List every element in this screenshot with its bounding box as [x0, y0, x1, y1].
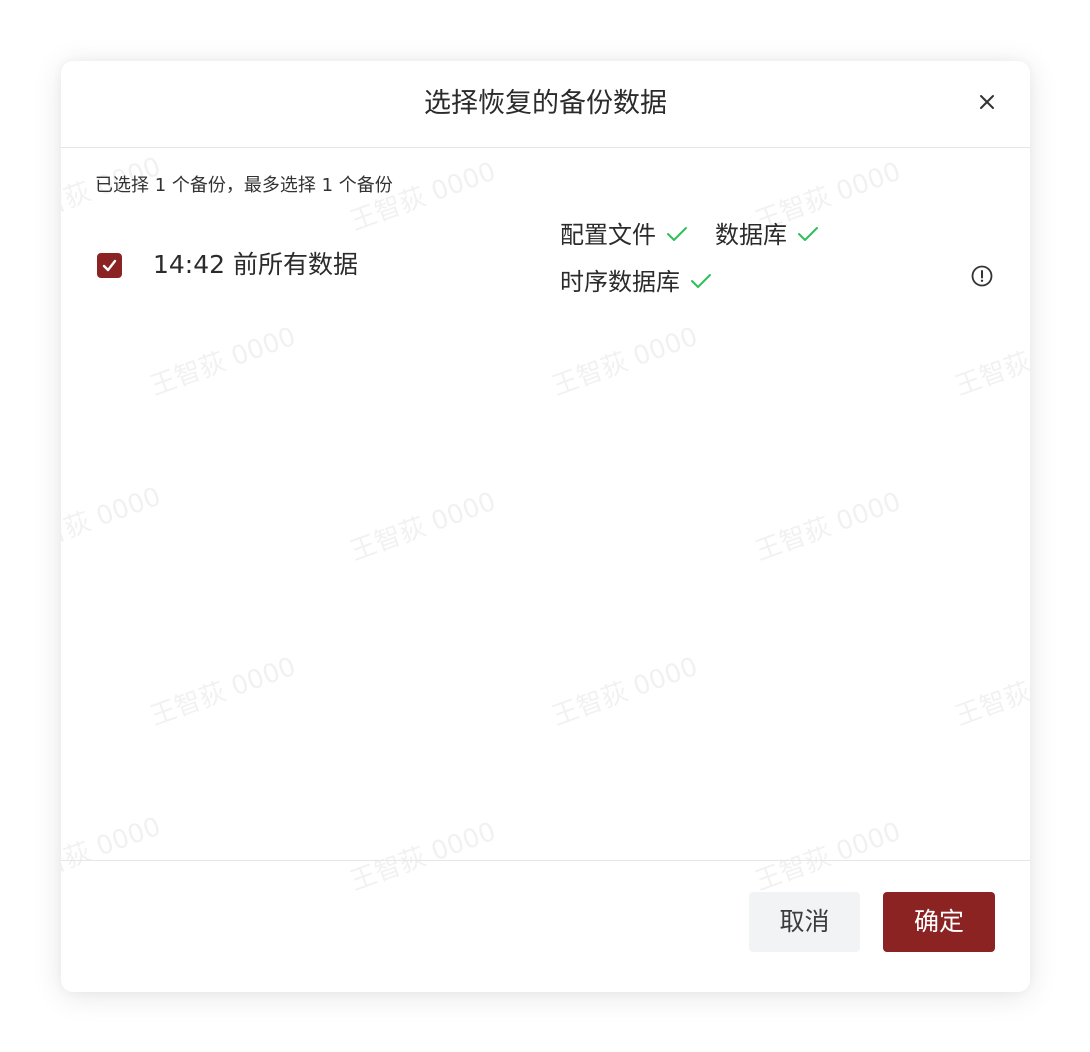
selection-summary: 已选择 1 个备份，最多选择 1 个备份	[95, 175, 393, 196]
content-item-database: 数据库	[715, 218, 819, 252]
check-icon	[797, 227, 818, 241]
backup-checkbox[interactable]	[97, 253, 122, 278]
content-item-config: 配置文件	[560, 218, 688, 252]
dialog-footer: 取消 确定	[61, 860, 1030, 992]
content-item-label: 配置文件	[560, 221, 656, 249]
dialog-header: 选择恢复的备份数据	[61, 61, 1030, 148]
content-item-label: 时序数据库	[560, 268, 680, 296]
dialog-title: 选择恢复的备份数据	[424, 88, 667, 119]
backup-info-button[interactable]	[971, 265, 993, 287]
check-icon	[690, 274, 711, 288]
content-item-label: 数据库	[715, 221, 787, 249]
cancel-button[interactable]: 取消	[749, 892, 860, 952]
checkmark-icon	[102, 259, 117, 272]
content-item-timeseries-db: 时序数据库	[560, 265, 712, 299]
info-circle-icon	[971, 265, 993, 287]
check-icon	[666, 227, 687, 241]
confirm-button[interactable]: 确定	[883, 892, 995, 952]
dialog-body: 已选择 1 个备份，最多选择 1 个备份 14:42 前所有数据 配置文件 数据…	[61, 148, 1030, 860]
restore-backup-dialog: 王智荻 0000 王智荻 0000 王智荻 0000 王智荻 0000 王智荻 …	[61, 61, 1030, 992]
backup-label: 14:42 前所有数据	[153, 250, 358, 279]
page-background: 王智荻 0000 王智荻 0000 王智荻 0000 王智荻 0000 王智荻 …	[0, 0, 1090, 1052]
close-button[interactable]	[976, 91, 998, 113]
close-icon	[980, 95, 994, 109]
